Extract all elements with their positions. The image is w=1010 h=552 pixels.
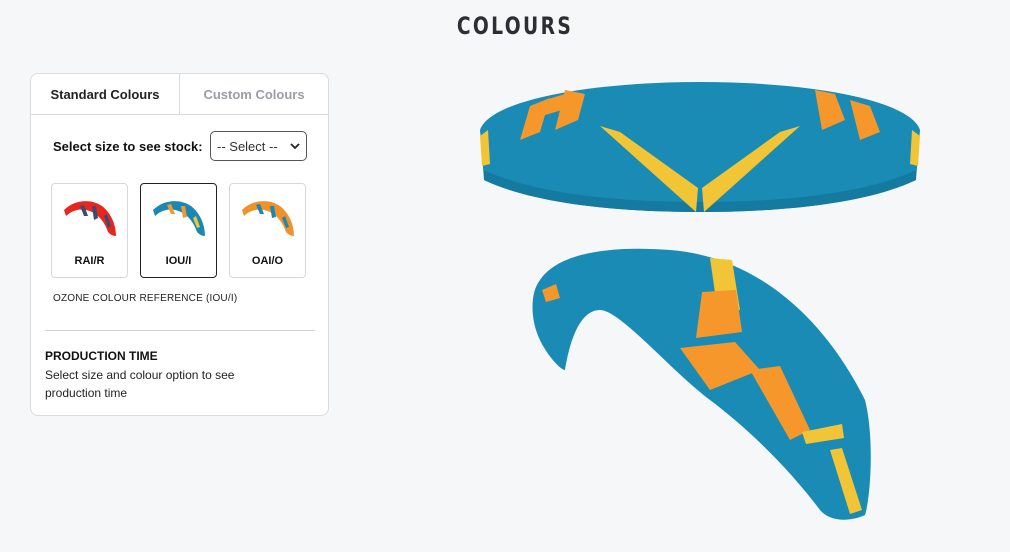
swatch-code: OAI/O (251, 255, 284, 267)
divider (45, 330, 315, 331)
swatch-iou-i[interactable]: IOU/I (140, 183, 217, 278)
wing-teal-icon (152, 201, 205, 236)
wing-orange-icon (241, 201, 294, 236)
stock-row: Select size to see stock: -- Select -- (53, 131, 307, 161)
colour-reference: OZONE COLOUR REFERENCE (IOU/I) (53, 293, 238, 304)
stock-label: Select size to see stock: (53, 138, 203, 154)
swatch-code: IOU/I (165, 255, 192, 267)
chevron-down-icon (290, 142, 300, 149)
tab-standard-colours[interactable]: Standard Colours (31, 74, 179, 114)
colour-tabs: Standard Colours Custom Colours (31, 74, 328, 115)
swatch-list: RAI/R IOU/I OAI/O (51, 183, 306, 278)
wing-side-view (532, 248, 871, 520)
colour-panel: Standard Colours Custom Colours Select s… (30, 73, 329, 416)
tab-custom-colours[interactable]: Custom Colours (179, 74, 328, 114)
size-select-value: -- Select -- (217, 138, 278, 154)
page-title: COLOURS (456, 12, 574, 40)
swatch-rai-r[interactable]: RAI/R (51, 183, 128, 278)
size-select[interactable]: -- Select -- (210, 131, 307, 161)
swatch-oai-o[interactable]: OAI/O (229, 183, 306, 278)
wing-preview (470, 70, 930, 540)
production-time-text: Select size and colour option to see pro… (45, 368, 235, 400)
wing-top-view (480, 82, 920, 212)
swatch-code: RAI/R (74, 255, 105, 267)
wing-red-icon (63, 201, 116, 236)
production-time-title: PRODUCTION TIME (45, 349, 158, 363)
